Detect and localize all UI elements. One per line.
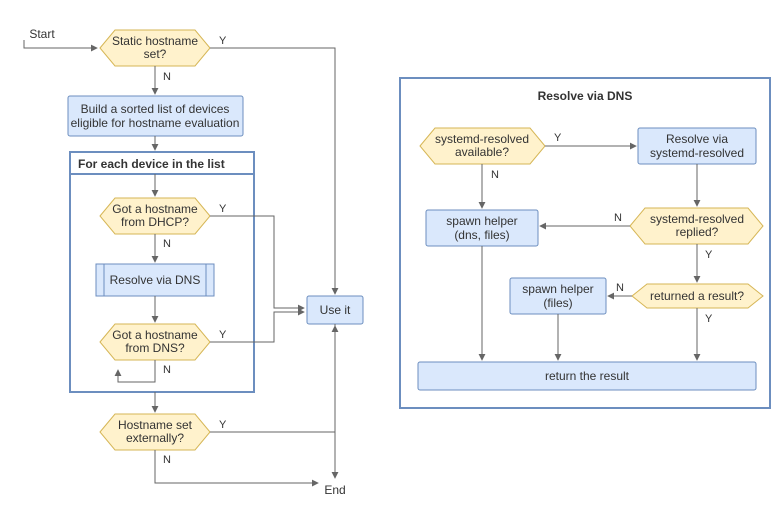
process-return-result-label: return the result [545, 369, 630, 383]
decision-replied-l2: replied? [676, 225, 719, 239]
lbl-dhcp-n: N [163, 238, 171, 250]
process-resolve-via-l2: systemd-resolved [650, 146, 744, 160]
process-spawn-files-l2: (files) [543, 296, 572, 310]
lbl-dhcp-y: Y [219, 203, 227, 215]
loop-title: For each device in the list [78, 157, 225, 171]
process-resolve-via-l1: Resolve via [666, 132, 728, 146]
lbl-ext-n: N [163, 454, 171, 466]
decision-dhcp-l2: from DHCP? [121, 215, 189, 229]
edge-ext-n [155, 450, 318, 483]
lbl-static-n: N [163, 71, 171, 83]
lbl-replied-y: Y [705, 249, 713, 261]
decision-dns-l2: from DNS? [125, 341, 185, 355]
decision-returned-label: returned a result? [650, 289, 744, 303]
lbl-avail-n: N [491, 169, 499, 181]
lbl-returned-n: N [616, 282, 624, 294]
decision-dns-l1: Got a hostname [112, 328, 198, 342]
decision-resolved-avail-l2: available? [455, 145, 509, 159]
end-terminal: End [324, 483, 345, 497]
lbl-dns-y: Y [219, 329, 227, 341]
decision-resolved-avail-l1: systemd-resolved [435, 132, 529, 146]
dns-title: Resolve via DNS [538, 89, 633, 103]
lbl-ext-y: Y [219, 419, 227, 431]
lbl-returned-y: Y [705, 313, 713, 325]
lbl-avail-y: Y [554, 132, 562, 144]
lbl-static-y: Y [219, 35, 227, 47]
process-use-it-label: Use it [320, 303, 351, 317]
decision-replied-l1: systemd-resolved [650, 212, 744, 226]
process-spawn-dns-files-l1: spawn helper [446, 214, 517, 228]
decision-static-hostname-l2: set? [144, 47, 167, 61]
subprocess-resolve-dns-label: Resolve via DNS [110, 273, 201, 287]
decision-static-hostname-l1: Static hostname [112, 34, 198, 48]
process-spawn-files-l1: spawn helper [522, 282, 593, 296]
process-build-list-l1: Build a sorted list of devices [81, 102, 230, 116]
decision-external-l1: Hostname set [118, 418, 193, 432]
start-terminal: Start [29, 27, 55, 41]
lbl-replied-n: N [614, 212, 622, 224]
decision-external-l2: externally? [126, 431, 184, 445]
process-build-list-l2: eligible for hostname evaluation [71, 116, 240, 130]
process-spawn-dns-files-l2: (dns, files) [454, 228, 509, 242]
edge-start-static [24, 40, 97, 48]
lbl-dns-n: N [163, 364, 171, 376]
decision-dhcp-l1: Got a hostname [112, 202, 198, 216]
